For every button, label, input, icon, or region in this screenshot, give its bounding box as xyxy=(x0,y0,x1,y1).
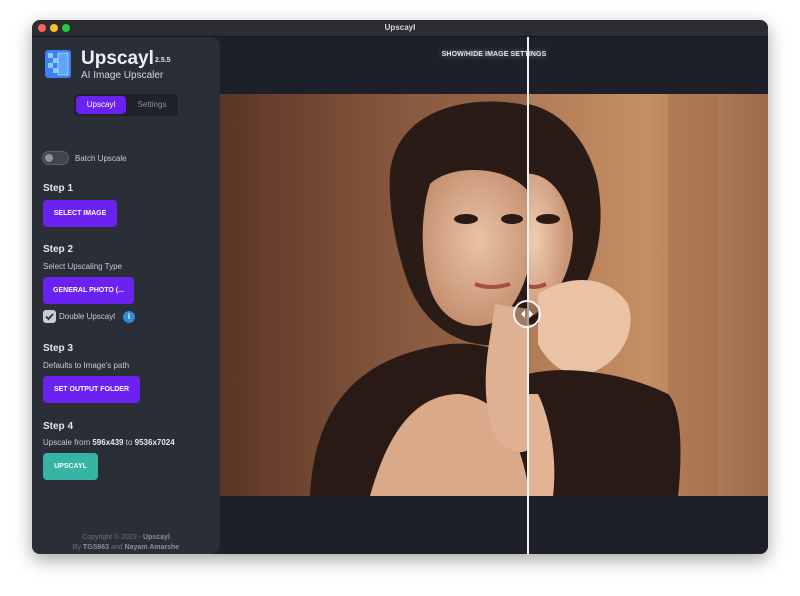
main-panel: SHOW/HIDE IMAGE SETTINGS xyxy=(220,37,768,554)
tab-bar: Upscayl Settings xyxy=(74,94,178,116)
copyright-text: Copyright © 2023 - xyxy=(82,534,142,541)
app-name: Upscayl xyxy=(81,48,154,69)
upscale-middle: to xyxy=(125,438,133,447)
title-bar: Upscayl xyxy=(32,20,768,37)
source-resolution: 596x439 xyxy=(92,438,124,447)
compare-arrows-icon xyxy=(521,310,533,318)
app-version: 2.5.5 xyxy=(155,57,171,64)
select-image-button[interactable]: SELECT IMAGE xyxy=(43,200,117,227)
footer-by: By xyxy=(72,544,81,551)
show-hide-settings-button[interactable]: SHOW/HIDE IMAGE SETTINGS xyxy=(220,51,768,58)
double-upscayl-label: Double Upscayl xyxy=(59,312,116,321)
target-resolution: 9536x7024 xyxy=(134,438,175,447)
tab-upscayl[interactable]: Upscayl xyxy=(76,96,126,114)
step3-description: Defaults to Image's path xyxy=(43,361,130,370)
original-image xyxy=(220,94,528,496)
window-title: Upscayl xyxy=(384,23,416,32)
footer-authors: By TGS963 and Nayam Amarshe xyxy=(32,544,220,551)
info-icon[interactable]: i xyxy=(123,311,135,323)
sidebar: Upscayl 2.5.5 AI Image Upscaler Upscayl … xyxy=(32,37,220,554)
check-icon xyxy=(45,313,54,321)
app-subtitle: AI Image Upscaler xyxy=(81,70,164,81)
app-window: Upscayl Upscayl 2.5.5 AI Image Upscaler … xyxy=(32,20,768,554)
author1-link[interactable]: TGS963 xyxy=(83,544,109,551)
tab-settings[interactable]: Settings xyxy=(128,96,176,114)
batch-upscale-label: Batch Upscale xyxy=(75,154,127,163)
upscale-prefix: Upscale from xyxy=(43,438,91,447)
footer-and: and xyxy=(110,544,123,551)
step3-title: Step 3 xyxy=(43,343,74,354)
upscayl-button[interactable]: UPSCAYL xyxy=(43,453,98,480)
batch-upscale-toggle[interactable] xyxy=(42,151,69,165)
upscaled-image xyxy=(528,94,768,496)
step2-title: Step 2 xyxy=(43,244,74,255)
step1-title: Step 1 xyxy=(43,183,74,194)
compare-slider-line[interactable] xyxy=(527,37,529,554)
step2-description: Select Upscaling Type xyxy=(43,262,123,271)
upscale-dimensions-text: Upscale from 596x439 to 9536x7024 xyxy=(43,438,175,447)
double-upscayl-checkbox[interactable] xyxy=(43,310,56,323)
upscayl-logo-icon xyxy=(43,49,73,79)
toggle-knob xyxy=(45,154,53,162)
footer-copyright: Copyright © 2023 - Upscayl xyxy=(32,534,220,541)
author2-link[interactable]: Nayam Amarshe xyxy=(125,544,180,551)
step4-title: Step 4 xyxy=(43,421,74,432)
upscaling-type-button[interactable]: GENERAL PHOTO (... xyxy=(43,277,134,304)
image-compare-area[interactable] xyxy=(220,94,768,496)
footer-brand-link[interactable]: Upscayl xyxy=(143,534,170,541)
compare-slider-handle[interactable] xyxy=(513,300,541,328)
set-output-folder-button[interactable]: SET OUTPUT FOLDER xyxy=(43,376,140,403)
